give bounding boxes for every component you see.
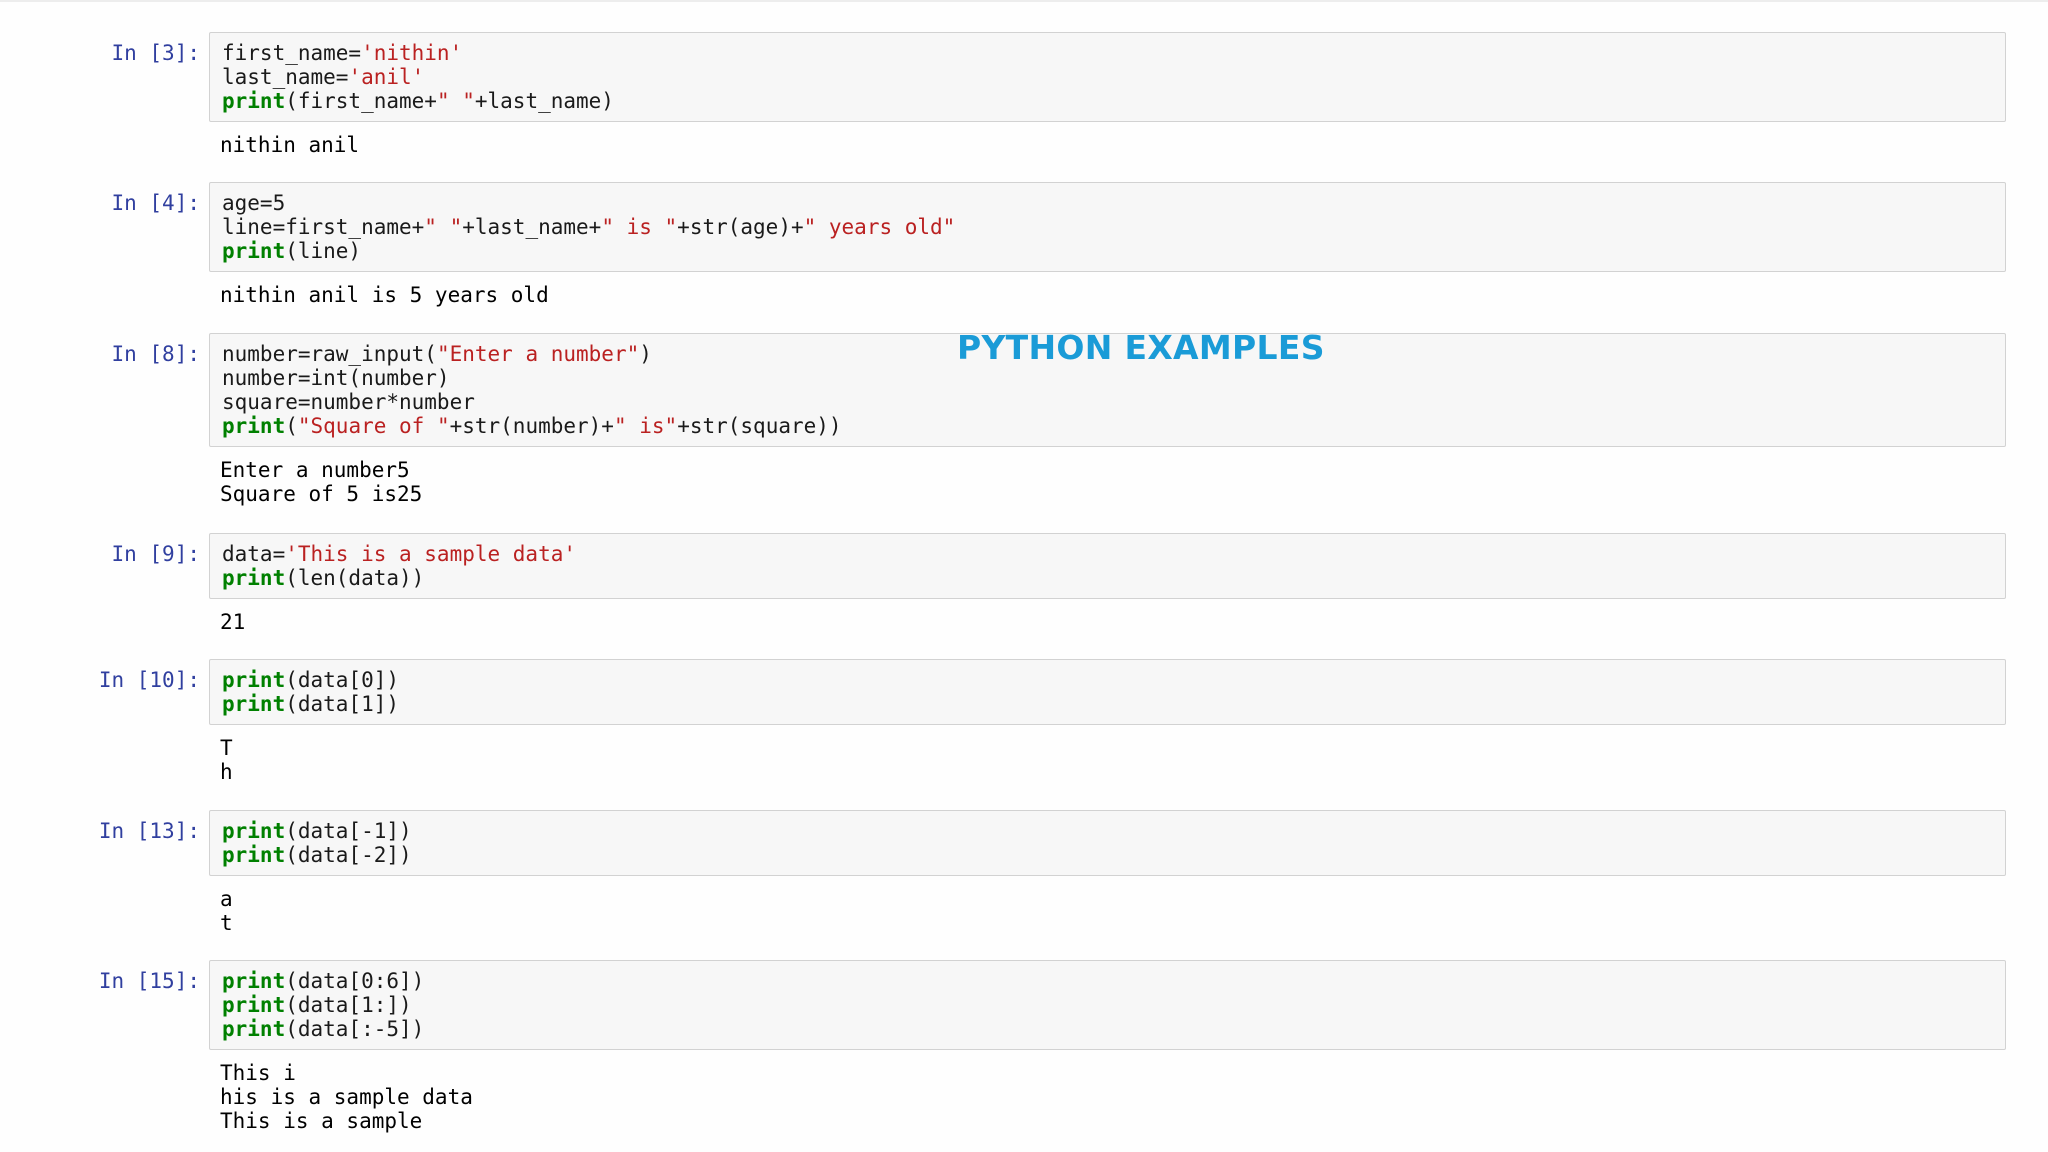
code-string: " is" (613, 414, 678, 438)
code-line: print(len(data)) (222, 566, 1993, 590)
code-input[interactable]: data='This is a sample data' print(len(da… (209, 533, 2006, 599)
code-line: last_name='anil' (222, 65, 1993, 89)
code-keyword: print (222, 692, 286, 716)
code-token: data= (222, 542, 286, 566)
code-line: square=number*number (222, 390, 1993, 414)
cell-prompt: In [15]: (98, 969, 200, 993)
code-token: (data[0]) (285, 668, 400, 692)
code-token: number=raw_input( (222, 342, 437, 366)
code-token: (line) (285, 239, 362, 263)
code-token: +str(square)) (677, 414, 842, 438)
code-input[interactable]: print(data[0:6]) print(data[1:]) print(dat… (209, 960, 2006, 1050)
cell-output: Enter a number5 Square of 5 is25 (220, 458, 422, 506)
output-line: a (220, 887, 233, 911)
code-token: (first_name+ (285, 89, 437, 113)
code-line: print(data[1]) (222, 692, 1993, 716)
cell-prompt: In [8]: (111, 342, 200, 366)
code-token: line=first_name+ (222, 215, 425, 239)
cell-prompt: In [4]: (111, 191, 200, 215)
code-line: number=int(number) (222, 366, 1993, 390)
output-line: nithin anil is 5 years old (220, 283, 549, 307)
code-token: (data[1]) (285, 692, 400, 716)
code-string: " " (424, 215, 463, 239)
code-token: (data[1:]) (285, 993, 412, 1017)
code-keyword: print (222, 819, 286, 843)
code-token: +last_name+ (462, 215, 602, 239)
code-token: (len(data)) (285, 566, 425, 590)
output-line: t (220, 911, 233, 935)
code-string: 'This is a sample data' (285, 542, 577, 566)
code-token: last_name= (222, 65, 349, 89)
output-line: This i (220, 1061, 296, 1085)
output-line: This is a sample (220, 1109, 423, 1133)
code-keyword: print (222, 239, 286, 263)
cell-prompt: In [10]: (98, 668, 200, 692)
code-token: (data[-1]) (285, 819, 412, 843)
cell-output: nithin anil (220, 133, 359, 157)
top-divider (0, 0, 2048, 2)
output-line: 21 (220, 610, 246, 634)
output-line: Square of 5 is25 (220, 482, 423, 506)
code-string: "Enter a number" (436, 342, 640, 366)
code-string: " years old" (803, 215, 956, 239)
code-token: square=number*number (222, 390, 475, 414)
code-token: ( (285, 414, 298, 438)
cell-prompt: In [9]: (111, 542, 200, 566)
code-token: (data[:-5]) (285, 1017, 425, 1041)
code-string: "Square of " (297, 414, 450, 438)
code-keyword: print (222, 668, 286, 692)
slide-title: PYTHON EXAMPLES (957, 328, 1325, 367)
cell-output: Th (220, 736, 233, 784)
code-line: first_name='nithin' (222, 41, 1993, 65)
code-token: first_name= (222, 41, 362, 65)
code-input[interactable]: age=5 line=first_name+" "+last_name+" is … (209, 182, 2006, 272)
cell-output: This i his is a sample data This is a samp… (220, 1061, 473, 1133)
output-line: T (220, 736, 233, 760)
code-line: print(data[1:]) (222, 993, 1993, 1017)
code-keyword: print (222, 843, 286, 867)
code-keyword: print (222, 993, 286, 1017)
code-token: +last_name) (474, 89, 614, 113)
code-token: number=int(number) (222, 366, 450, 390)
code-keyword: print (222, 969, 286, 993)
code-keyword: print (222, 89, 286, 113)
code-line: print(line) (222, 239, 1993, 263)
code-token: +str(age)+ (677, 215, 804, 239)
code-token: (data[-2]) (285, 843, 412, 867)
code-line: line=first_name+" "+last_name+" is "+str… (222, 215, 1993, 239)
code-keyword: print (222, 414, 286, 438)
output-line: nithin anil (220, 133, 360, 157)
code-input[interactable]: print(data[-1]) print(data[-2]) (209, 810, 2006, 876)
code-input[interactable]: print(data[0]) print(data[1]) (209, 659, 2006, 725)
code-string: 'nithin' (361, 41, 463, 65)
code-line: print(data[:-5]) (222, 1017, 1993, 1041)
cell-output: 21 (220, 610, 245, 634)
code-token: ) (639, 342, 652, 366)
cell-prompt: In [3]: (111, 41, 200, 65)
code-line: print(first_name+" "+last_name) (222, 89, 1993, 113)
code-token: age=5 (222, 191, 286, 215)
code-string: " is " (601, 215, 678, 239)
code-string: 'anil' (348, 65, 425, 89)
code-line: print("Square of "+str(number)+" is"+str… (222, 414, 1993, 438)
code-line: print(data[0:6]) (222, 969, 1993, 993)
code-string: " " (436, 89, 475, 113)
output-line: his is a sample data (220, 1085, 473, 1109)
code-keyword: print (222, 1017, 286, 1041)
code-keyword: print (222, 566, 286, 590)
code-token: +str(number)+ (449, 414, 614, 438)
cell-output: at (220, 887, 233, 935)
code-line: age=5 (222, 191, 1993, 215)
output-line: h (220, 760, 233, 784)
code-line: print(data[-1]) (222, 819, 1993, 843)
cell-output: nithin anil is 5 years old (220, 283, 549, 307)
cell-prompt: In [13]: (98, 819, 200, 843)
output-line: Enter a number5 (220, 458, 410, 482)
code-line: data='This is a sample data' (222, 542, 1993, 566)
code-token: (data[0:6]) (285, 969, 425, 993)
code-line: print(data[-2]) (222, 843, 1993, 867)
code-input[interactable]: first_name='nithin' last_name='anil' print… (209, 32, 2006, 122)
code-line: print(data[0]) (222, 668, 1993, 692)
